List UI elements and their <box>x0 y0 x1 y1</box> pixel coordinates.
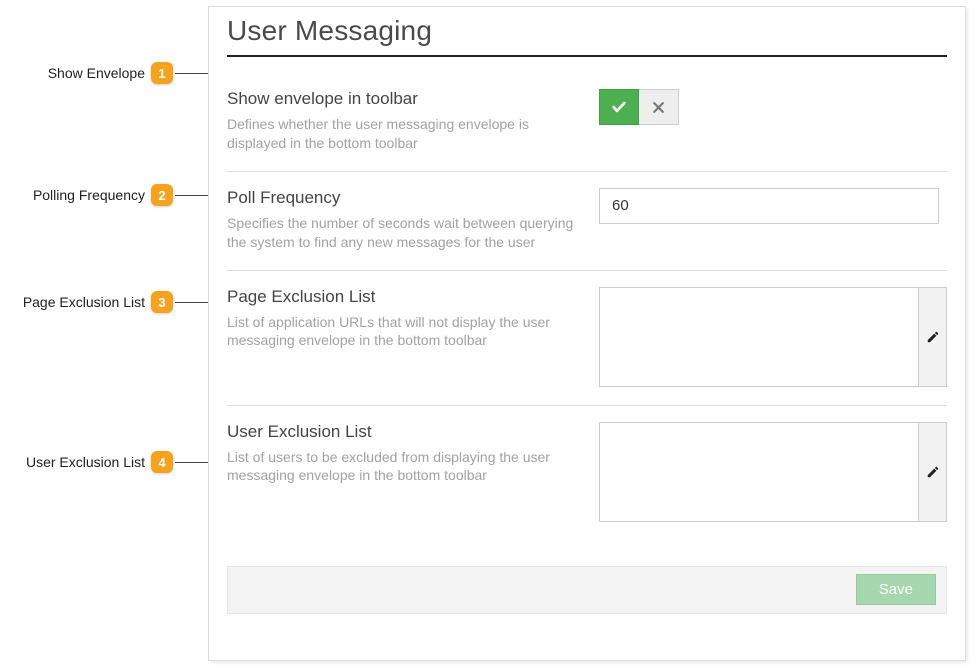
page-title: User Messaging <box>227 15 947 47</box>
field-help: Defines whether the user messaging envel… <box>227 115 579 153</box>
field-title: Show envelope in toolbar <box>227 89 579 109</box>
poll-frequency-input[interactable] <box>599 188 939 224</box>
settings-panel: User Messaging Show envelope in toolbar … <box>208 6 966 661</box>
field-title: Page Exclusion List <box>227 287 579 307</box>
show-envelope-toggle <box>599 89 679 125</box>
callout-label: Show Envelope <box>48 65 145 81</box>
row-page-exclusion: Page Exclusion List List of application … <box>227 271 947 405</box>
toggle-on-button[interactable] <box>599 89 639 125</box>
callout-badge-4: 4 <box>151 451 173 473</box>
callout-label: Polling Frequency <box>33 187 145 203</box>
callout-label: Page Exclusion List <box>23 294 145 310</box>
callout-badge-3: 3 <box>151 291 173 313</box>
save-button[interactable]: Save <box>856 574 936 605</box>
user-exclusion-edit-button[interactable] <box>919 422 947 522</box>
pencil-icon <box>926 465 940 479</box>
x-icon <box>652 101 665 114</box>
row-poll-frequency: Poll Frequency Specifies the number of s… <box>227 172 947 270</box>
page-exclusion-edit-button[interactable] <box>919 287 947 387</box>
row-show-envelope: Show envelope in toolbar Defines whether… <box>227 73 947 171</box>
callout-badge-2: 2 <box>151 184 173 206</box>
row-user-exclusion: User Exclusion List List of users to be … <box>227 406 947 540</box>
field-title: Poll Frequency <box>227 188 579 208</box>
footer-bar: Save <box>227 566 947 614</box>
toggle-off-button[interactable] <box>639 89 679 125</box>
field-help: List of application URLs that will not d… <box>227 313 579 351</box>
check-icon <box>611 99 627 115</box>
field-help: Specifies the number of seconds wait bet… <box>227 214 579 252</box>
callout-label: User Exclusion List <box>26 454 145 470</box>
page-exclusion-list[interactable] <box>599 287 919 387</box>
field-help: List of users to be excluded from displa… <box>227 448 579 486</box>
callout-badge-1: 1 <box>151 62 173 84</box>
callout-layer: Show Envelope 1 Polling Frequency 2 Page… <box>0 0 208 669</box>
field-title: User Exclusion List <box>227 422 579 442</box>
pencil-icon <box>926 330 940 344</box>
user-exclusion-list[interactable] <box>599 422 919 522</box>
title-divider <box>227 55 947 57</box>
